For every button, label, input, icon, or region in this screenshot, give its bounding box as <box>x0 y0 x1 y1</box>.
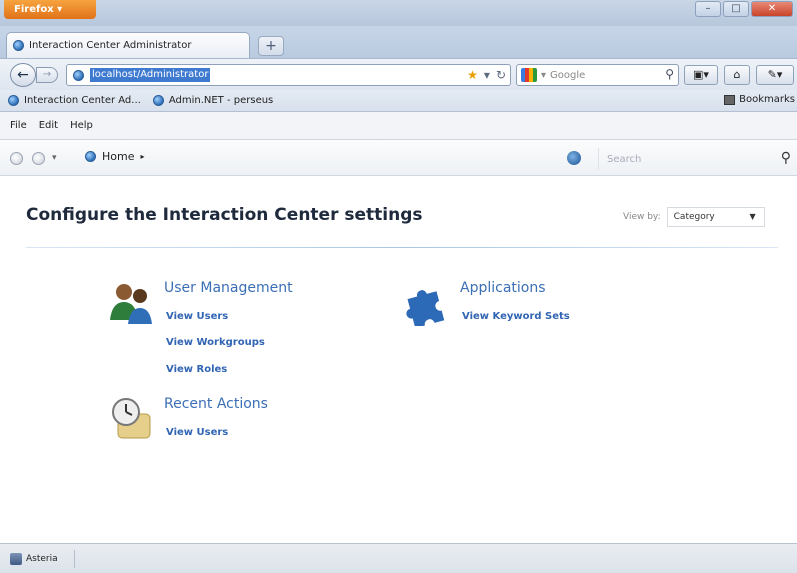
link-recent-view-users[interactable]: View Users <box>166 427 228 438</box>
recent-actions-title[interactable]: Recent Actions <box>164 396 268 412</box>
view-by-label: View by: <box>623 212 661 222</box>
breadcrumb: Home ▸ <box>85 150 145 163</box>
firefox-menu-label: Firefox <box>14 4 54 15</box>
app-menu-bar: File Edit Help <box>0 112 797 140</box>
site-identity-icon[interactable] <box>73 69 84 81</box>
url-bar[interactable]: localhost/Administrator ★ ▾ ↻ <box>66 64 511 86</box>
window-controls: – □ ✕ <box>695 1 793 17</box>
server-name: Asteria <box>26 553 58 564</box>
group-recent-actions: Recent Actions View Users <box>108 396 368 446</box>
tab-interaction-center[interactable]: Interaction Center Administrator <box>6 32 250 58</box>
chevron-down-icon: ▾ <box>57 4 63 15</box>
reload-icon[interactable]: ↻ <box>496 68 506 82</box>
server-icon <box>10 552 22 565</box>
tab-title: Interaction Center Administrator <box>29 40 192 51</box>
group-user-management: User Management View Users View Workgrou… <box>108 280 368 390</box>
navigation-toolbar: ← → localhost/Administrator ★ ▾ ↻ ▾ Goog… <box>0 58 797 90</box>
link-view-roles[interactable]: View Roles <box>166 364 227 375</box>
users-icon <box>110 284 152 324</box>
applications-title[interactable]: Applications <box>460 280 546 296</box>
user-management-title[interactable]: User Management <box>164 280 293 296</box>
view-by-control: View by: Category ▼ <box>623 207 765 227</box>
back-button[interactable]: ← <box>10 63 36 87</box>
bookmarks-menu-button[interactable]: Bookmarks <box>724 94 795 105</box>
google-icon[interactable] <box>521 68 537 82</box>
puzzle-icon <box>406 290 445 326</box>
app-forward-button[interactable] <box>32 152 45 165</box>
home-globe-icon <box>85 151 96 162</box>
chevron-down-icon: ▼ <box>749 212 756 221</box>
bookmark-star-icon[interactable]: ★ <box>467 68 478 82</box>
status-separator <box>74 550 75 568</box>
dropdown-icon[interactable]: ▾ <box>484 68 490 82</box>
app-search-placeholder: Search <box>607 153 642 165</box>
close-window-button[interactable]: ✕ <box>751 1 793 17</box>
search-icon[interactable]: ⚲ <box>665 67 674 81</box>
app-search-input[interactable]: Search ⚲ <box>598 148 797 170</box>
menu-edit[interactable]: Edit <box>39 120 58 131</box>
forward-button[interactable]: → <box>36 67 58 83</box>
back-forward-group: ← → <box>10 63 62 87</box>
bookmarks-icon <box>724 94 736 105</box>
page-title: Configure the Interaction Center setting… <box>26 205 423 225</box>
link-view-keyword-sets[interactable]: View Keyword Sets <box>462 311 570 322</box>
globe-icon <box>152 95 164 106</box>
clock-scroll-icon <box>112 398 151 439</box>
bookmark-item[interactable]: Interaction Center Ad... <box>8 95 141 106</box>
view-by-select[interactable]: Category ▼ <box>666 207 765 227</box>
bookmark-label: Interaction Center Ad... <box>24 95 141 106</box>
web-search-placeholder: Google <box>550 69 586 81</box>
menu-file[interactable]: File <box>10 120 27 131</box>
bookmark-item[interactable]: Admin.NET - perseus <box>152 95 274 106</box>
search-icon[interactable]: ⚲ <box>781 150 791 166</box>
group-applications: Applications View Keyword Sets <box>404 280 644 330</box>
new-tab-button[interactable]: + <box>258 36 284 56</box>
app-back-button[interactable] <box>10 152 23 165</box>
home-button[interactable]: ⌂ <box>724 65 750 85</box>
search-engine-dropdown-icon[interactable]: ▾ <box>541 70 546 81</box>
bookmark-label: Admin.NET - perseus <box>168 95 274 106</box>
title-divider <box>26 247 778 248</box>
globe-icon <box>13 40 24 51</box>
minimize-button[interactable]: – <box>695 1 721 17</box>
addons-button[interactable]: ✎▾ <box>756 65 794 85</box>
web-search-box[interactable]: ▾ Google ⚲ <box>516 64 679 86</box>
status-bar: Asteria <box>0 543 797 573</box>
bookmarks-toolbar: Interaction Center Ad... Admin.NET - per… <box>0 90 797 112</box>
link-view-workgroups[interactable]: View Workgroups <box>166 337 265 348</box>
window-titlebar: Firefox ▾ – □ ✕ <box>0 0 797 26</box>
tab-strip: Interaction Center Administrator + <box>0 26 797 58</box>
app-toolbar: ▾ Home ▸ Search ⚲ <box>0 140 797 176</box>
menu-help[interactable]: Help <box>70 120 93 131</box>
history-dropdown-icon[interactable]: ▾ <box>52 153 57 163</box>
bookmarks-menu-label: Bookmarks <box>739 94 795 105</box>
back-arrow-icon: ← <box>17 67 29 83</box>
home-icon: ⌂ <box>733 68 741 81</box>
maximize-button[interactable]: □ <box>723 1 749 17</box>
forward-arrow-icon: → <box>42 69 52 80</box>
breadcrumb-home[interactable]: Home <box>102 150 134 163</box>
downloads-button[interactable]: ▣▾ <box>684 65 718 85</box>
globe-icon <box>8 95 19 106</box>
refresh-icon[interactable] <box>567 151 581 165</box>
addon-icon: ✎▾ <box>767 68 783 81</box>
url-text[interactable]: localhost/Administrator <box>90 68 211 82</box>
link-view-users[interactable]: View Users <box>166 311 228 322</box>
url-bar-icons: ★ ▾ ↻ <box>467 68 506 82</box>
puzzle-icon: ▣▾ <box>693 68 709 81</box>
main-content: Configure the Interaction Center setting… <box>6 176 791 542</box>
firefox-menu-button[interactable]: Firefox ▾ <box>4 0 96 19</box>
view-by-value: Category <box>673 212 715 222</box>
breadcrumb-chevron-icon[interactable]: ▸ <box>140 152 144 161</box>
